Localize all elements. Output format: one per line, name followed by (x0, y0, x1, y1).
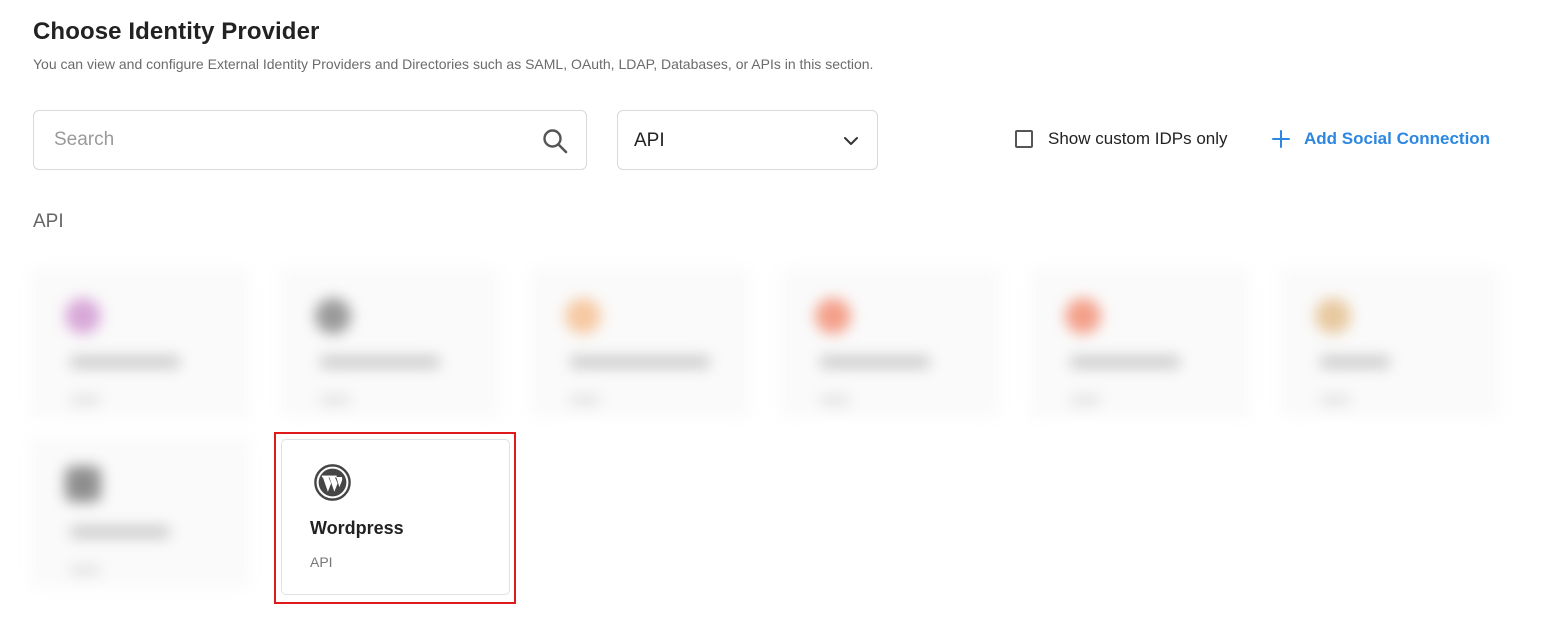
search-icon[interactable] (542, 128, 568, 154)
blurred-card (1030, 268, 1250, 418)
custom-idps-checkbox[interactable] (1015, 130, 1033, 148)
section-label: API (33, 211, 64, 232)
type-filter-value: API (634, 130, 665, 151)
blurred-provider-cards (20, 258, 1520, 618)
blurred-card (530, 268, 750, 418)
blurred-card (30, 438, 250, 588)
blurred-card (780, 268, 1000, 418)
custom-idps-toggle[interactable]: Show custom IDPs only (1015, 129, 1228, 149)
provider-card-wordpress[interactable]: Wordpress API (281, 439, 510, 595)
blurred-card (30, 268, 250, 418)
blurred-card (280, 268, 500, 418)
page-subtitle: You can view and configure External Iden… (33, 56, 874, 72)
wordpress-icon (314, 464, 351, 501)
chevron-down-icon (843, 133, 859, 149)
search-box[interactable] (33, 110, 587, 170)
custom-idps-label: Show custom IDPs only (1048, 129, 1228, 148)
add-social-connection-label: Add Social Connection (1304, 129, 1491, 148)
plus-icon (1272, 130, 1290, 148)
blurred-card (1280, 268, 1500, 418)
provider-card-type: API (310, 554, 333, 570)
search-input[interactable] (54, 111, 524, 169)
type-filter-select[interactable]: API (617, 110, 878, 170)
page-title: Choose Identity Provider (33, 18, 320, 45)
identity-provider-page: Choose Identity Provider You can view an… (0, 0, 1547, 620)
provider-card-name: Wordpress (310, 518, 404, 538)
add-social-connection-link[interactable]: Add Social Connection (1272, 129, 1490, 149)
